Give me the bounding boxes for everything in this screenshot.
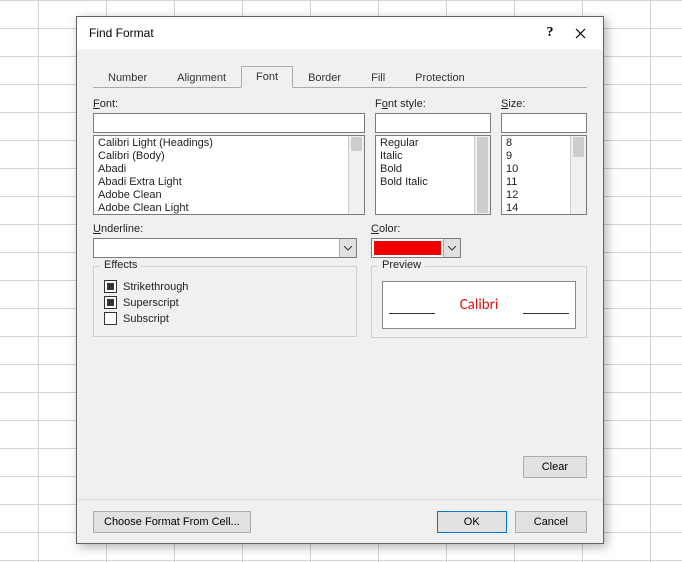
font-item[interactable]: Abadi Extra Light xyxy=(96,176,362,189)
underline-label: Underline: xyxy=(93,223,357,235)
font-input[interactable] xyxy=(93,113,365,133)
font-style-label: Font style: xyxy=(375,98,491,110)
scrollbar[interactable] xyxy=(474,136,490,214)
style-item[interactable]: Regular xyxy=(378,137,488,150)
superscript-checkbox[interactable] xyxy=(104,296,117,309)
preview-text: Calibri xyxy=(460,296,499,314)
tab-number[interactable]: Number xyxy=(93,67,162,88)
help-button[interactable]: ? xyxy=(535,19,565,47)
subscript-checkbox[interactable] xyxy=(104,312,117,325)
strikethrough-checkbox[interactable] xyxy=(104,280,117,293)
preview-group: Preview Calibri xyxy=(371,266,587,338)
style-item[interactable]: Bold xyxy=(378,163,488,176)
style-item[interactable]: Bold Italic xyxy=(378,176,488,189)
color-swatch xyxy=(374,241,441,255)
choose-format-button[interactable]: Choose Format From Cell... xyxy=(93,511,251,533)
tab-protection[interactable]: Protection xyxy=(400,67,480,88)
font-item[interactable]: Adobe Clean xyxy=(96,189,362,202)
preview-box: Calibri xyxy=(382,281,576,329)
dialog-body: Font: Calibri Light (Headings) Calibri (… xyxy=(77,88,603,499)
effects-group: Effects Strikethrough Superscript Subscr… xyxy=(93,266,357,337)
strikethrough-label: Strikethrough xyxy=(123,281,188,293)
ok-button[interactable]: OK xyxy=(437,511,507,533)
style-item[interactable]: Italic xyxy=(378,150,488,163)
effects-legend: Effects xyxy=(100,259,141,271)
font-listbox[interactable]: Calibri Light (Headings) Calibri (Body) … xyxy=(93,135,365,215)
preview-legend: Preview xyxy=(378,259,425,271)
underline-combo[interactable] xyxy=(93,238,357,258)
close-button[interactable] xyxy=(565,19,595,47)
chevron-down-icon xyxy=(339,239,356,257)
size-listbox[interactable]: 8 9 10 11 12 14 xyxy=(501,135,587,215)
titlebar: Find Format ? xyxy=(77,17,603,49)
dialog-title: Find Format xyxy=(89,26,535,40)
color-combo[interactable] xyxy=(371,238,461,258)
font-item[interactable]: Adobe Clean Light xyxy=(96,202,362,215)
subscript-label: Subscript xyxy=(123,313,169,325)
size-label: Size: xyxy=(501,98,587,110)
font-label: Font: xyxy=(93,98,365,110)
scrollbar[interactable] xyxy=(570,136,586,214)
clear-button[interactable]: Clear xyxy=(523,456,587,478)
font-item[interactable]: Calibri (Body) xyxy=(96,150,362,163)
font-item[interactable]: Calibri Light (Headings) xyxy=(96,137,362,150)
tab-fill[interactable]: Fill xyxy=(356,67,400,88)
cancel-button[interactable]: Cancel xyxy=(515,511,587,533)
dialog-footer: Choose Format From Cell... OK Cancel xyxy=(77,499,603,543)
tab-alignment[interactable]: Alignment xyxy=(162,67,241,88)
superscript-label: Superscript xyxy=(123,297,179,309)
tab-strip: Number Alignment Font Border Fill Protec… xyxy=(77,61,603,87)
size-input[interactable] xyxy=(501,113,587,133)
tab-font[interactable]: Font xyxy=(241,66,293,88)
find-format-dialog: Find Format ? Number Alignment Font Bord… xyxy=(76,16,604,544)
chevron-down-icon xyxy=(443,239,460,257)
tab-border[interactable]: Border xyxy=(293,67,356,88)
font-style-input[interactable] xyxy=(375,113,491,133)
font-style-listbox[interactable]: Regular Italic Bold Bold Italic xyxy=(375,135,491,215)
color-label: Color: xyxy=(371,223,461,235)
font-item[interactable]: Abadi xyxy=(96,163,362,176)
close-icon xyxy=(575,28,586,39)
scrollbar[interactable] xyxy=(348,136,364,214)
